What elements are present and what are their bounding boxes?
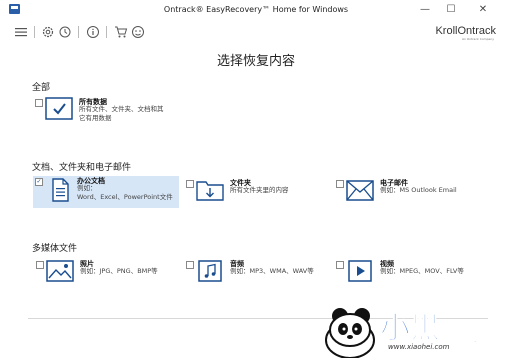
option-desc: 所有文件、文件夹、文档和其 它有用数据 [79, 105, 164, 122]
watermark-url: www.xiaohei.com [388, 343, 450, 351]
checkbox-folders[interactable] [186, 180, 194, 188]
checkbox-all-data[interactable] [35, 99, 43, 107]
brand-logo: KrollOntrack [435, 25, 496, 37]
option-desc: 例如：MPEG、MOV、FLV等 [380, 267, 464, 275]
email-icon [346, 180, 374, 201]
history-icon[interactable] [58, 25, 72, 39]
option-desc: 所有文件夹里的内容 [230, 186, 289, 194]
checkbox-audio[interactable] [186, 261, 194, 269]
checkbox-video[interactable] [336, 261, 344, 269]
menu-icon[interactable] [14, 25, 28, 39]
section-title-all: 全部 [32, 83, 51, 93]
close-button[interactable]: ✕ [476, 3, 490, 17]
toolbar-divider [106, 26, 107, 38]
checkmark-box-icon [45, 97, 73, 120]
toolbar-divider [78, 26, 79, 38]
folder-icon [196, 181, 224, 201]
document-icon [52, 178, 69, 202]
svg-text:小黑: 小黑 [380, 311, 440, 346]
option-office-docs[interactable]: ✓ 办公文档 例如： Word、Excel、PowerPoint文件 [33, 176, 179, 208]
section-title-docs: 文档、文件夹和电子邮件 [32, 163, 132, 173]
checkbox-office-docs[interactable]: ✓ [35, 178, 43, 186]
info-icon[interactable] [86, 25, 100, 39]
photo-icon [46, 260, 74, 282]
checkbox-email[interactable] [336, 180, 344, 188]
option-photos[interactable]: 照片 例如：JPG、PNG、BMP等 [36, 259, 176, 293]
option-desc: 例如：MP3、WMA、WAV等 [230, 267, 314, 275]
option-folders[interactable]: 文件夹 所有文件夹里的内容 [186, 178, 316, 212]
title-bar: Ontrack® EasyRecovery™ Home for Windows … [0, 0, 512, 20]
account-icon[interactable] [131, 25, 145, 39]
page-title: 选择恢复内容 [216, 54, 295, 69]
option-email[interactable]: 电子邮件 例如：MS Outlook Email [336, 178, 476, 212]
settings-icon[interactable] [41, 25, 55, 39]
option-video[interactable]: 视频 例如：MPEG、MOV、FLV等 [336, 259, 476, 293]
play-icon [348, 260, 372, 282]
maximize-button[interactable]: ☐ [444, 3, 458, 17]
window-title: Ontrack® EasyRecovery™ Home for Windows [163, 5, 349, 14]
section-title-media: 多媒体文件 [32, 244, 78, 254]
svg-text:游戏: 游戏 [440, 322, 478, 345]
checkbox-photos[interactable] [36, 261, 44, 269]
option-desc: 例如：JPG、PNG、BMP等 [80, 267, 158, 275]
music-note-icon [198, 260, 222, 282]
toolbar-divider [34, 26, 35, 38]
brand-tagline: An Ontrack Company [461, 37, 494, 41]
option-desc: 例如： Word、Excel、PowerPoint文件 [77, 184, 173, 201]
option-all-data[interactable]: 所有数据 所有文件、文件夹、文档和其 它有用数据 [35, 97, 185, 131]
option-audio[interactable]: 音频 例如：MP3、WMA、WAV等 [186, 259, 326, 293]
option-desc: 例如：MS Outlook Email [380, 186, 457, 194]
cart-icon[interactable] [114, 25, 128, 39]
minimize-button[interactable]: — [418, 3, 432, 17]
